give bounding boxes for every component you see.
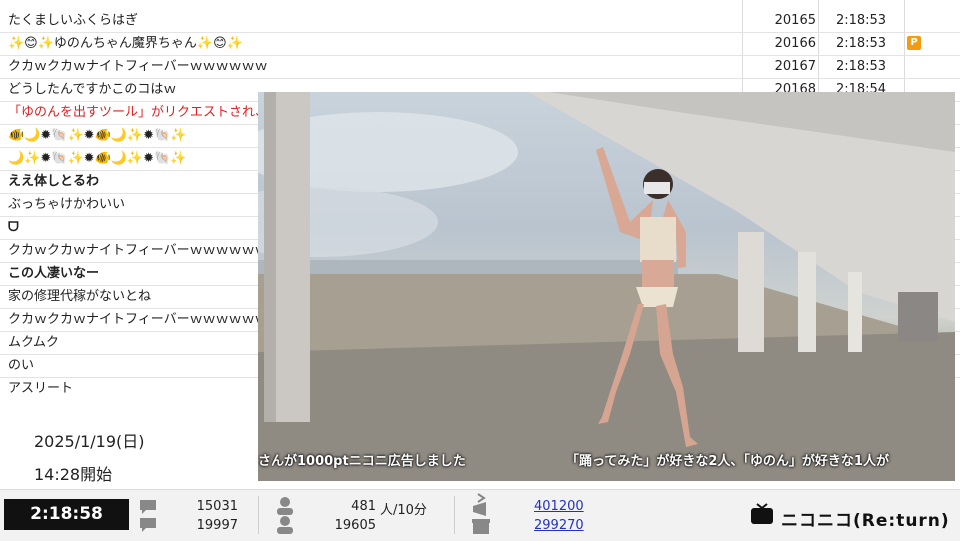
divider: [258, 496, 259, 534]
video-player[interactable]: さんが1000ptニコニ広告しました 「踊ってみた」が好きな2人、「ゆのん」が好…: [258, 92, 955, 481]
ad-points-link[interactable]: 401200: [534, 499, 584, 514]
video-frame: [258, 92, 955, 481]
viewer-count-total: 19605: [334, 518, 376, 533]
elapsed-time: 2:18:58: [4, 499, 129, 530]
comment-row[interactable]: ✨😊✨ゆのんちゃん魔界ちゃん✨😊✨ 20166 2:18:53 P: [0, 32, 960, 56]
video-telop-info: 「踊ってみた」が好きな2人、「ゆのん」が好きな1人が: [566, 454, 889, 469]
comment-number: 20165: [774, 13, 816, 28]
gift-points-link[interactable]: 299270: [534, 518, 584, 533]
comment-number: 20166: [774, 36, 816, 51]
viewer-icon: [277, 497, 293, 534]
status-bar: 2:18:58 15031 19997 481 人/10分 19605 4012…: [0, 489, 960, 541]
broadcast-date: 2025/1/19(日): [34, 432, 145, 451]
comment-count-recent: 15031: [196, 499, 238, 514]
viewer-count-recent: 481: [351, 499, 376, 514]
comment-count-total: 19997: [196, 518, 238, 533]
comment-time: 2:18:53: [835, 13, 887, 28]
video-telop-ad: さんが1000ptニコニ広告しました: [258, 454, 466, 469]
comment-text: クカｗクカｗナイトフィーバーｗｗｗｗｗｗ: [8, 59, 268, 74]
premium-badge: P: [907, 36, 921, 50]
niconico-logo: ニコニコ(Re:turn): [781, 511, 950, 531]
comment-row[interactable]: たくましいふくらはぎ 20165 2:18:53: [0, 9, 960, 33]
broadcast-start-time: 14:28開始: [34, 465, 113, 484]
comment-row[interactable]: クカｗクカｗナイトフィーバーｗｗｗｗｗｗ 20167 2:18:53: [0, 55, 960, 79]
comment-text: たくましいふくらはぎ: [8, 13, 139, 28]
comment-number: 20167: [774, 59, 816, 74]
niconico-tv-icon: [751, 503, 773, 524]
comment-text: ✨😊✨ゆのんちゃん魔界ちゃん✨😊✨: [8, 36, 243, 51]
viewer-count-unit: 人/10分: [380, 503, 427, 518]
comment-icon: [140, 500, 156, 532]
divider: [454, 496, 455, 534]
comment-time: 2:18:53: [835, 59, 887, 74]
ad-megaphone-icon: [472, 493, 490, 534]
comment-time: 2:18:53: [835, 36, 887, 51]
